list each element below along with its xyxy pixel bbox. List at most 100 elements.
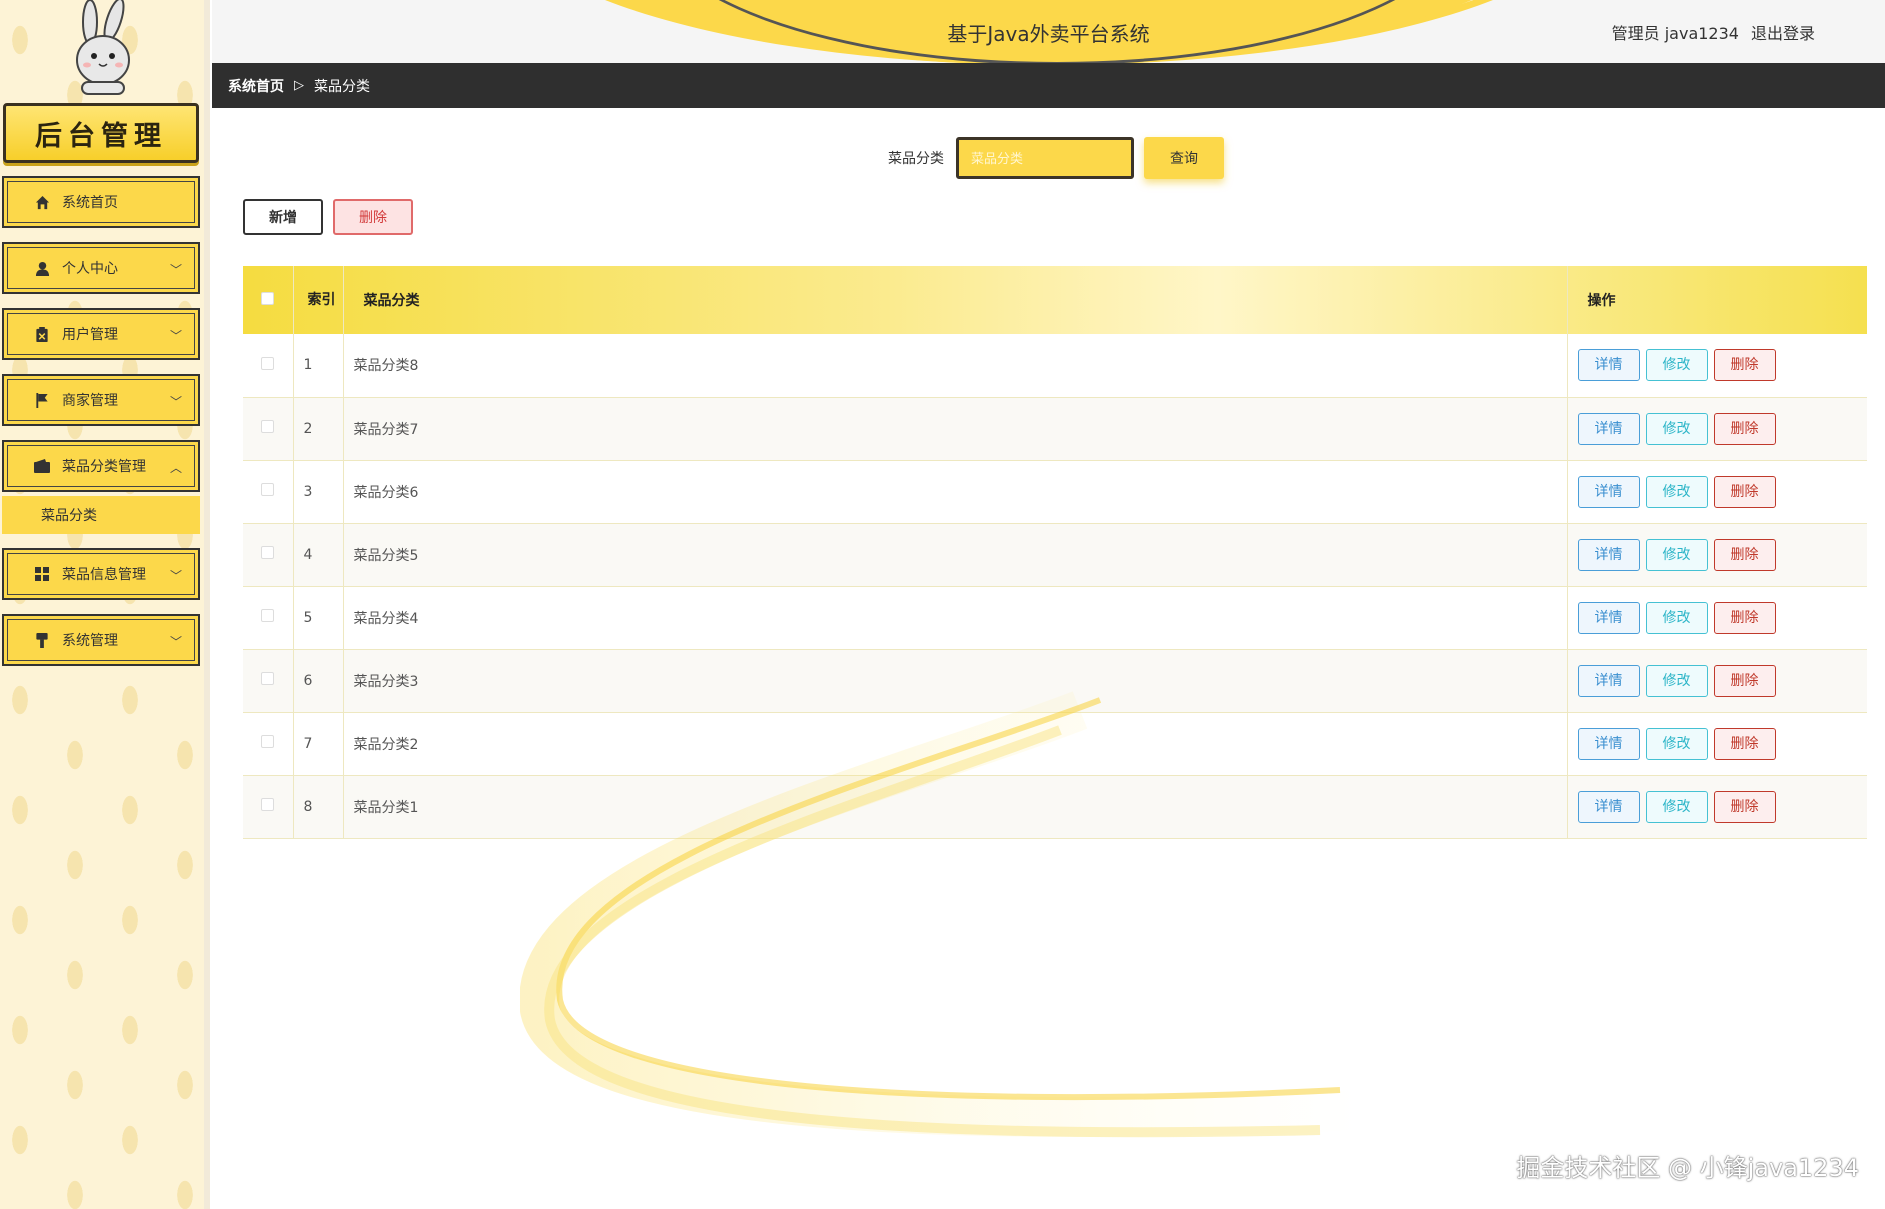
user-icon: [34, 260, 50, 276]
detail-button[interactable]: 详情: [1577, 601, 1640, 634]
wallet-icon: [34, 458, 50, 474]
table-row: 1 菜品分类8 详情 修改 删除: [243, 334, 1867, 397]
delete-button[interactable]: 删除: [1713, 349, 1776, 382]
search-label: 菜品分类: [888, 151, 944, 167]
top-header: 基于Java外卖平台系统 管理员 java1234 退出登录: [212, 0, 1885, 63]
home-icon: [34, 194, 50, 210]
sidebar: 后台管理 系统首页 个人中心 ﹀ 用户管理 ﹀ 商家管理 ﹀ 菜品分类管理 ︿ …: [0, 0, 210, 1209]
chevron-down-icon: ﹀: [169, 263, 182, 277]
sidebar-item-system[interactable]: 系统管理 ﹀: [2, 614, 200, 666]
table-row: 4 菜品分类5 详情 修改 删除: [243, 523, 1867, 586]
edit-button[interactable]: 修改: [1645, 790, 1708, 823]
detail-button[interactable]: 详情: [1577, 664, 1640, 697]
search-input[interactable]: [956, 137, 1134, 179]
table-row: 2 菜品分类7 详情 修改 删除: [243, 397, 1867, 460]
breadcrumb: 系统首页 ▷ 菜品分类: [212, 63, 1885, 108]
row-category-name: 菜品分类1: [343, 775, 1568, 838]
detail-button[interactable]: 详情: [1577, 790, 1640, 823]
logo: 后台管理: [0, 0, 210, 170]
row-select-cell: [243, 397, 294, 460]
row-select-cell: [243, 460, 294, 523]
delete-button[interactable]: 删除: [1713, 601, 1776, 634]
row-checkbox[interactable]: [261, 483, 275, 496]
batch-delete-button[interactable]: 删除: [333, 199, 413, 235]
sidebar-item-dish-info-mgmt[interactable]: 菜品信息管理 ﹀: [2, 548, 200, 600]
row-checkbox[interactable]: [261, 546, 275, 559]
sidebar-item-home[interactable]: 系统首页: [2, 176, 200, 228]
logo-title: 后台管理: [3, 103, 199, 163]
row-index: 5: [293, 586, 344, 649]
delete-button[interactable]: 删除: [1713, 664, 1776, 697]
edit-button[interactable]: 修改: [1645, 538, 1708, 571]
delete-button[interactable]: 删除: [1713, 538, 1776, 571]
clipboard-icon: [34, 326, 50, 342]
rabbit-mascot-icon: [76, 0, 130, 95]
table-row: 3 菜品分类6 详情 修改 删除: [243, 460, 1867, 523]
query-button[interactable]: 查询: [1144, 137, 1224, 179]
delete-button[interactable]: 删除: [1713, 790, 1776, 823]
row-index: 1: [293, 334, 344, 397]
sidebar-item-dish-category-mgmt[interactable]: 菜品分类管理 ︿: [2, 440, 200, 492]
edit-button[interactable]: 修改: [1645, 412, 1708, 445]
sidebar-menu: 系统首页 个人中心 ﹀ 用户管理 ﹀ 商家管理 ﹀ 菜品分类管理 ︿ 菜品分类 …: [2, 176, 200, 680]
sidebar-item-profile[interactable]: 个人中心 ﹀: [2, 242, 200, 294]
row-index: 8: [293, 775, 344, 838]
edit-button[interactable]: 修改: [1645, 349, 1708, 382]
sidebar-subitem-dish-category[interactable]: 菜品分类: [2, 496, 200, 534]
data-table: 索引 菜品分类 操作 1 菜品分类8 详情 修改 删除 2 菜品分类7 详情 修改 删除 3 菜品分类…: [243, 266, 1867, 839]
detail-button[interactable]: 详情: [1577, 727, 1640, 760]
flag-icon: [34, 392, 50, 408]
select-all-checkbox[interactable]: [261, 291, 275, 305]
delete-button[interactable]: 删除: [1713, 727, 1776, 760]
logout-link[interactable]: 退出登录: [1751, 20, 1815, 44]
delete-button[interactable]: 删除: [1713, 412, 1776, 445]
row-checkbox[interactable]: [261, 735, 275, 748]
sidebar-item-label: 系统管理: [62, 633, 118, 649]
row-category-name: 菜品分类8: [343, 334, 1568, 397]
row-select-cell: [243, 649, 294, 712]
breadcrumb-current: 菜品分类: [314, 78, 370, 95]
detail-button[interactable]: 详情: [1577, 412, 1640, 445]
row-checkbox[interactable]: [261, 420, 275, 433]
edit-button[interactable]: 修改: [1645, 664, 1708, 697]
edit-button[interactable]: 修改: [1645, 475, 1708, 508]
detail-button[interactable]: 详情: [1577, 538, 1640, 571]
chevron-down-icon: ﹀: [169, 569, 182, 583]
column-header-name: 菜品分类: [343, 266, 1568, 334]
chevron-up-icon: ︿: [169, 461, 182, 475]
breadcrumb-separator-icon: ▷: [294, 78, 304, 93]
edit-button[interactable]: 修改: [1645, 727, 1708, 760]
row-checkbox[interactable]: [261, 672, 275, 685]
chevron-down-icon: ﹀: [169, 635, 182, 649]
row-actions: 详情 修改 删除: [1567, 523, 1867, 586]
breadcrumb-home-link[interactable]: 系统首页: [228, 76, 284, 96]
add-button[interactable]: 新增: [243, 199, 323, 235]
table-row: 8 菜品分类1 详情 修改 删除: [243, 775, 1867, 838]
sidebar-item-label: 菜品分类管理: [62, 459, 146, 475]
watermark: 掘金技术社区 @ 小锋java1234: [1516, 1154, 1859, 1182]
sidebar-item-label: 用户管理: [62, 327, 118, 343]
edit-button[interactable]: 修改: [1645, 601, 1708, 634]
row-category-name: 菜品分类4: [343, 586, 1568, 649]
row-checkbox[interactable]: [261, 356, 275, 370]
row-select-cell: [243, 712, 294, 775]
row-index: 4: [293, 523, 344, 586]
detail-button[interactable]: 详情: [1577, 475, 1640, 508]
row-select-cell: [243, 523, 294, 586]
row-checkbox[interactable]: [261, 609, 275, 622]
row-actions: 详情 修改 删除: [1567, 460, 1867, 523]
sidebar-item-merchants[interactable]: 商家管理 ﹀: [2, 374, 200, 426]
row-checkbox[interactable]: [261, 798, 275, 811]
row-select-cell: [243, 775, 294, 838]
detail-button[interactable]: 详情: [1577, 349, 1640, 382]
row-category-name: 菜品分类2: [343, 712, 1568, 775]
table-row: 5 菜品分类4 详情 修改 删除: [243, 586, 1867, 649]
delete-button[interactable]: 删除: [1713, 475, 1776, 508]
row-actions: 详情 修改 删除: [1567, 649, 1867, 712]
row-index: 2: [293, 397, 344, 460]
sidebar-item-users[interactable]: 用户管理 ﹀: [2, 308, 200, 360]
row-category-name: 菜品分类6: [343, 460, 1568, 523]
column-header-index: 索引: [293, 266, 344, 334]
row-category-name: 菜品分类5: [343, 523, 1568, 586]
sidebar-item-label: 菜品信息管理: [62, 567, 146, 583]
